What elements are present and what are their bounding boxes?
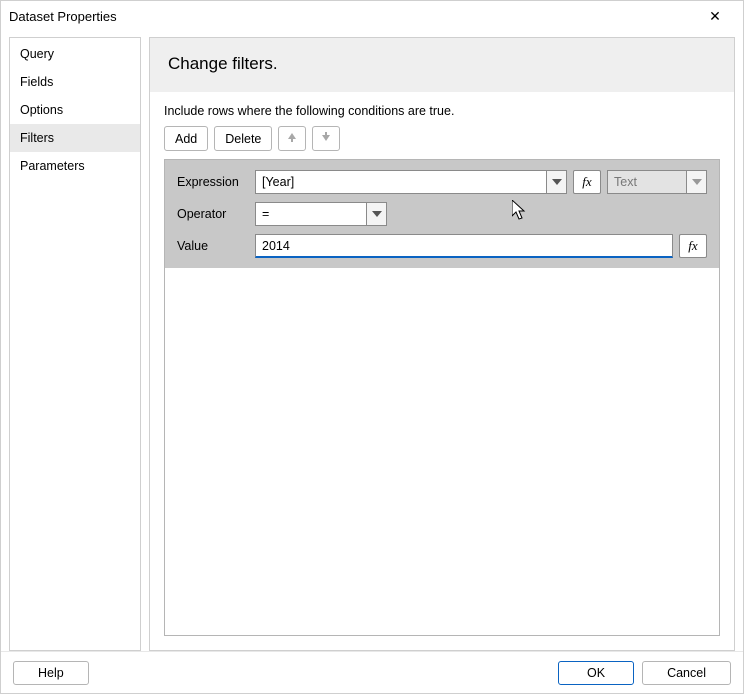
operator-line <box>255 202 707 226</box>
datatype-combo[interactable] <box>607 170 707 194</box>
sidebar-item-label: Filters <box>20 131 54 145</box>
sidebar-item-parameters[interactable]: Parameters <box>10 152 140 180</box>
expression-combo[interactable] <box>255 170 567 194</box>
value-fx-button[interactable]: fx <box>679 234 707 258</box>
move-up-button[interactable] <box>278 126 306 151</box>
delete-button[interactable]: Delete <box>214 126 272 151</box>
sidebar-item-filters[interactable]: Filters <box>10 124 140 152</box>
expression-fx-button[interactable]: fx <box>573 170 601 194</box>
filters-toolbar: Add Delete <box>164 126 720 151</box>
sidebar-item-fields[interactable]: Fields <box>10 68 140 96</box>
value-line: fx <box>255 234 707 258</box>
fx-icon: fx <box>582 174 591 190</box>
window-title: Dataset Properties <box>9 9 695 24</box>
help-button[interactable]: Help <box>13 661 89 685</box>
dialog-footer: Help OK Cancel <box>1 651 743 693</box>
operator-combo[interactable] <box>255 202 387 226</box>
chevron-down-icon[interactable] <box>546 171 566 193</box>
ok-button[interactable]: OK <box>558 661 634 685</box>
page-title: Change filters. <box>150 38 734 92</box>
sidebar-item-query[interactable]: Query <box>10 40 140 68</box>
add-button[interactable]: Add <box>164 126 208 151</box>
filters-list: Expression fx <box>164 159 720 636</box>
chevron-down-icon[interactable] <box>366 203 386 225</box>
dialog-window: Dataset Properties ✕ Query Fields Option… <box>0 0 744 694</box>
datatype-input <box>608 171 686 193</box>
fx-icon: fx <box>688 238 697 254</box>
expression-label: Expression <box>177 175 247 189</box>
sidebar-item-options[interactable]: Options <box>10 96 140 124</box>
sidebar: Query Fields Options Filters Parameters <box>9 37 141 651</box>
filters-empty-area <box>165 268 719 635</box>
instruction-text: Include rows where the following conditi… <box>164 104 720 118</box>
operator-label: Operator <box>177 207 247 221</box>
sidebar-item-label: Fields <box>20 75 53 89</box>
move-down-button[interactable] <box>312 126 340 151</box>
close-button[interactable]: ✕ <box>695 1 735 31</box>
content-area: Include rows where the following conditi… <box>150 92 734 650</box>
arrow-down-icon <box>320 131 332 146</box>
dialog-body: Query Fields Options Filters Parameters … <box>1 31 743 651</box>
chevron-down-icon[interactable] <box>686 171 706 193</box>
value-label: Value <box>177 239 247 253</box>
sidebar-item-label: Options <box>20 103 63 117</box>
sidebar-item-label: Parameters <box>20 159 85 173</box>
arrow-up-icon <box>286 131 298 146</box>
expression-input[interactable] <box>256 171 546 193</box>
value-input[interactable] <box>255 234 673 258</box>
operator-input[interactable] <box>256 203 366 225</box>
sidebar-item-label: Query <box>20 47 54 61</box>
filter-row[interactable]: Expression fx <box>165 160 719 268</box>
main-panel: Change filters. Include rows where the f… <box>149 37 735 651</box>
title-bar: Dataset Properties ✕ <box>1 1 743 31</box>
expression-line: fx <box>255 170 707 194</box>
cancel-button[interactable]: Cancel <box>642 661 731 685</box>
close-icon: ✕ <box>709 8 721 25</box>
